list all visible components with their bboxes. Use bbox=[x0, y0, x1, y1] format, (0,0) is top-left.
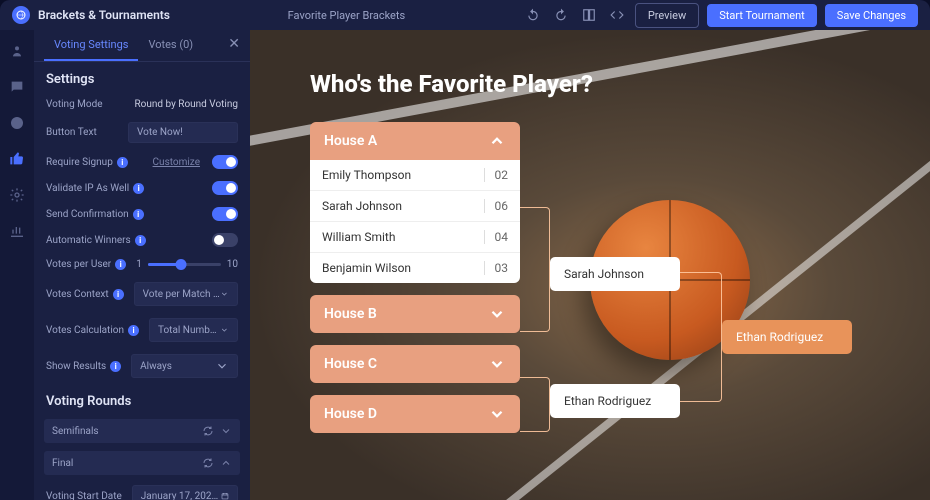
show-results-select[interactable]: Always bbox=[131, 354, 238, 378]
votes-calc-label: Votes Calculation bbox=[46, 325, 124, 336]
chevron-down-icon bbox=[220, 323, 229, 337]
undo-icon[interactable] bbox=[523, 5, 543, 25]
chevron-up-icon bbox=[220, 457, 232, 469]
votes-per-user-slider[interactable] bbox=[148, 263, 221, 266]
info-icon[interactable]: i bbox=[117, 157, 128, 168]
nav-chat-icon[interactable] bbox=[8, 78, 26, 96]
chevron-up-icon bbox=[488, 132, 506, 150]
chevron-down-icon bbox=[488, 405, 506, 423]
semifinal-winner-1[interactable]: Sarah Johnson bbox=[550, 257, 680, 291]
voting-mode-value[interactable]: Round by Round Voting bbox=[134, 99, 238, 110]
auto-winners-toggle[interactable] bbox=[212, 233, 238, 247]
nav-thumbs-up-icon[interactable] bbox=[8, 150, 26, 168]
validate-ip-label: Validate IP As Well bbox=[46, 183, 129, 194]
validate-ip-toggle[interactable] bbox=[212, 181, 238, 195]
player-row[interactable]: Benjamin Wilson03 bbox=[310, 253, 520, 283]
customize-link[interactable]: Customize bbox=[153, 157, 200, 168]
calendar-icon bbox=[221, 490, 229, 500]
info-icon[interactable]: i bbox=[113, 289, 124, 300]
auto-winners-label: Automatic Winners bbox=[46, 235, 131, 246]
button-text-input[interactable] bbox=[128, 122, 238, 143]
slider-min: 1 bbox=[136, 259, 142, 270]
semifinal-winner-2[interactable]: Ethan Rodriguez bbox=[550, 384, 680, 418]
info-icon[interactable]: i bbox=[133, 209, 144, 220]
nav-settings-icon[interactable] bbox=[8, 186, 26, 204]
rounds-heading: Voting Rounds bbox=[34, 384, 250, 415]
nav-analytics-icon[interactable] bbox=[8, 222, 26, 240]
connector bbox=[520, 207, 550, 332]
round-semifinals[interactable]: Semifinals bbox=[44, 419, 240, 443]
tab-voting-settings[interactable]: Voting Settings bbox=[44, 30, 138, 61]
player-row[interactable]: Sarah Johnson06 bbox=[310, 191, 520, 222]
topbar: Brackets & Tournaments Favorite Player B… bbox=[0, 0, 930, 30]
tab-votes[interactable]: Votes (0) bbox=[138, 30, 203, 61]
chevron-down-icon bbox=[220, 287, 229, 301]
code-icon[interactable] bbox=[607, 5, 627, 25]
refresh-icon[interactable] bbox=[202, 457, 214, 469]
chevron-down-icon bbox=[488, 305, 506, 323]
layout-icon[interactable] bbox=[579, 5, 599, 25]
votes-calc-select[interactable]: Total Number of Votes bbox=[149, 318, 238, 342]
start-date-picker[interactable]: January 17, 2023 12:00 AM bbox=[132, 485, 238, 500]
info-icon[interactable]: i bbox=[133, 183, 144, 194]
champion[interactable]: Ethan Rodriguez bbox=[722, 320, 852, 354]
votes-context-label: Votes Context bbox=[46, 289, 109, 300]
nav-users-icon[interactable] bbox=[8, 42, 26, 60]
votes-context-select[interactable]: Vote per Match (one by one) bbox=[134, 282, 238, 306]
start-date-label: Voting Start Date bbox=[46, 491, 122, 500]
votes-per-user-label: Votes per User bbox=[46, 259, 111, 270]
redo-icon[interactable] bbox=[551, 5, 571, 25]
settings-heading: Settings bbox=[34, 62, 250, 93]
show-results-label: Show Results bbox=[46, 361, 106, 372]
start-tournament-button[interactable]: Start Tournament bbox=[707, 4, 817, 27]
close-icon[interactable]: ✕ bbox=[228, 36, 240, 52]
house-d-header[interactable]: House D bbox=[310, 395, 520, 433]
connector bbox=[680, 272, 722, 402]
chevron-down-icon bbox=[215, 359, 229, 373]
settings-sidebar: Voting Settings Votes (0) ✕ Settings Vot… bbox=[34, 30, 250, 500]
canvas[interactable]: Who's the Favorite Player? House A Emily… bbox=[250, 30, 930, 500]
nav-palette-icon[interactable] bbox=[8, 114, 26, 132]
house-a-players: Emily Thompson02 Sarah Johnson06 William… bbox=[310, 160, 520, 283]
info-icon[interactable]: i bbox=[128, 325, 139, 336]
iconbar bbox=[0, 30, 34, 500]
chevron-down-icon bbox=[488, 355, 506, 373]
require-signup-toggle[interactable] bbox=[212, 155, 238, 169]
chevron-down-icon bbox=[220, 425, 232, 437]
connector bbox=[520, 377, 550, 432]
info-icon[interactable]: i bbox=[110, 361, 121, 372]
player-row[interactable]: Emily Thompson02 bbox=[310, 160, 520, 191]
voting-mode-label: Voting Mode bbox=[46, 99, 103, 110]
round-final[interactable]: Final bbox=[44, 451, 240, 475]
house-a-header[interactable]: House A bbox=[310, 122, 520, 160]
house-b-header[interactable]: House B bbox=[310, 295, 520, 333]
bracket-heading: Who's the Favorite Player? bbox=[310, 70, 870, 98]
preview-button[interactable]: Preview bbox=[635, 3, 699, 28]
save-changes-button[interactable]: Save Changes bbox=[825, 4, 918, 27]
project-title: Favorite Player Brackets bbox=[170, 9, 523, 22]
app-title: Brackets & Tournaments bbox=[38, 8, 170, 22]
send-confirmation-toggle[interactable] bbox=[212, 207, 238, 221]
app-logo bbox=[12, 6, 30, 24]
button-text-label: Button Text bbox=[46, 127, 97, 138]
player-row[interactable]: William Smith04 bbox=[310, 222, 520, 253]
info-icon[interactable]: i bbox=[115, 259, 126, 270]
slider-max: 10 bbox=[227, 259, 238, 270]
refresh-icon[interactable] bbox=[202, 425, 214, 437]
info-icon[interactable]: i bbox=[135, 235, 146, 246]
require-signup-label: Require Signup bbox=[46, 157, 113, 168]
house-c-header[interactable]: House C bbox=[310, 345, 520, 383]
send-confirmation-label: Send Confirmation bbox=[46, 209, 129, 220]
